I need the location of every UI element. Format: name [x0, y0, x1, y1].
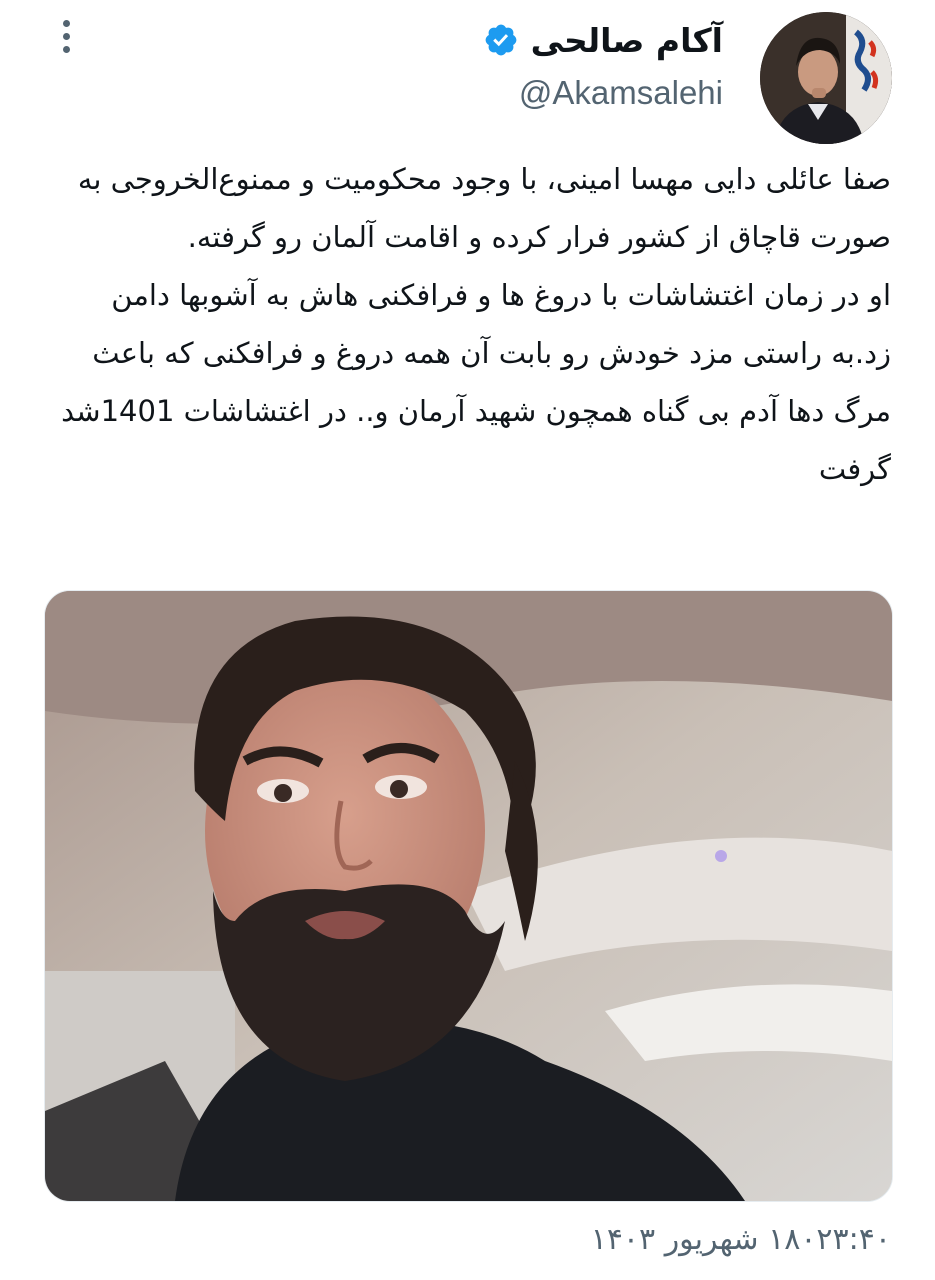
tweet-media-image[interactable]	[44, 590, 893, 1202]
tweet-text: صفا عائلی دایی مهسا امینی، با وجود محکوم…	[60, 150, 891, 498]
author-handle[interactable]: @Akamsalehi	[283, 74, 723, 112]
more-vertical-icon	[62, 19, 70, 27]
more-vertical-icon-dot	[62, 45, 70, 53]
verified-badge-icon	[485, 24, 516, 56]
author-avatar[interactable]	[760, 12, 892, 144]
avatar-image	[760, 12, 892, 144]
tweet-paragraph-1: صفا عائلی دایی مهسا امینی، با وجود محکوم…	[77, 162, 891, 254]
media-photo	[45, 591, 892, 1201]
author-name-row: آکام صالحی	[283, 16, 723, 64]
tweet-timestamp[interactable]: ۱۸۰۲۳:۴۰ شهریور ۱۴۰۳	[591, 1222, 891, 1257]
tweet-header: آکام صالحی @Akamsalehi	[283, 16, 723, 112]
more-vertical-icon-dot	[62, 32, 70, 40]
tweet-paragraph-2: او در زمان اغتشاشات با دروغ ها و فرافکنی…	[61, 278, 891, 486]
more-options-button[interactable]	[46, 14, 86, 58]
author-display-name[interactable]: آکام صالحی	[531, 21, 723, 60]
